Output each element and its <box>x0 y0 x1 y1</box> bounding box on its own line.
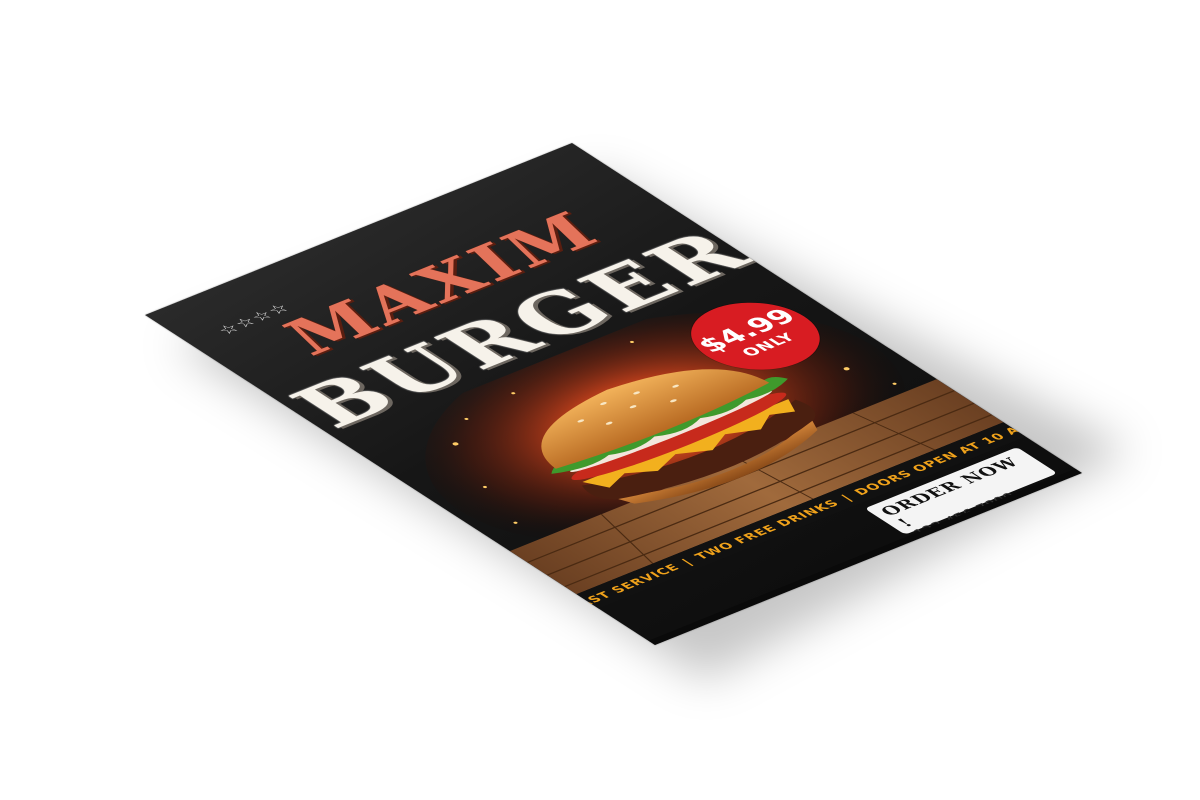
product-mockup-scene: ☆☆☆☆ MAXIM BURGER $4.99 ONLY FAST SERVIC… <box>0 0 1200 800</box>
flyer-perspective-wrapper: ☆☆☆☆ MAXIM BURGER $4.99 ONLY FAST SERVIC… <box>145 143 1082 646</box>
feature-separator: | <box>837 492 856 503</box>
burger-flyer: ☆☆☆☆ MAXIM BURGER $4.99 ONLY FAST SERVIC… <box>145 143 1082 646</box>
feature-separator: | <box>678 556 696 567</box>
